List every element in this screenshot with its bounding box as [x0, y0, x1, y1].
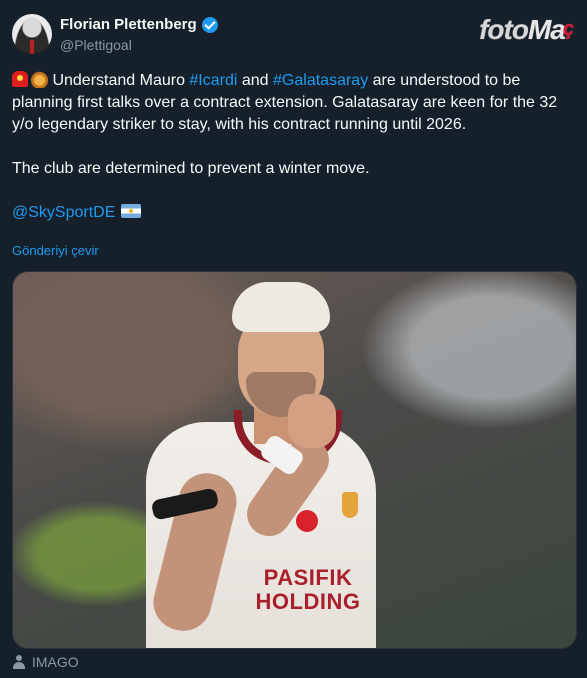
siren-emoji-icon [12, 71, 28, 87]
person-icon [12, 655, 26, 669]
hashtag-icardi-link[interactable]: #Icardi [189, 72, 237, 89]
fotomac-logo: fotoMaç [479, 14, 574, 45]
tweet-paragraph-1: Understand Mauro #Icardi and #Galatasara… [12, 70, 578, 136]
tweet-text-segment: and [237, 72, 274, 89]
mention-skysportde-link[interactable]: @SkySportDE [12, 204, 115, 221]
tweet-text-segment: Understand Mauro [48, 72, 190, 89]
lion-emoji-icon [31, 71, 48, 88]
photo-credit: IMAGO [12, 654, 79, 670]
avatar[interactable] [12, 14, 52, 54]
tweet-paragraph-3: @SkySportDE [12, 202, 578, 224]
tweet-text: Understand Mauro #Icardi and #Galatasara… [12, 70, 578, 224]
flag-badge-icon [296, 510, 318, 532]
translate-post-link[interactable]: Gönderiyi çevir [12, 243, 99, 258]
verified-badge-icon [201, 16, 218, 33]
sponsor-line-2: HOLDING [255, 589, 361, 614]
photo-credit-label: IMAGO [32, 654, 79, 670]
argentina-flag-icon [121, 204, 142, 218]
club-crest-icon [342, 492, 358, 518]
sponsor-line-1: PASIFIK [263, 565, 353, 590]
player-illustration: PASIFIK HOLDING [146, 282, 376, 648]
author-name-row: Florian Plettenberg [60, 16, 218, 33]
author-handle[interactable]: @Plettigoal [60, 37, 132, 53]
author-display-name[interactable]: Florian Plettenberg [60, 16, 197, 33]
shirt-sponsor-text: PASIFIK HOLDING [248, 566, 368, 614]
tweet-media-photo[interactable]: PASIFIK HOLDING [12, 271, 577, 649]
tweet-paragraph-2: The club are determined to prevent a win… [12, 160, 370, 177]
tweet-header: Florian Plettenberg @Plettigoal fotoMaç [12, 14, 575, 58]
hashtag-galatasaray-link[interactable]: #Galatasaray [273, 72, 368, 89]
